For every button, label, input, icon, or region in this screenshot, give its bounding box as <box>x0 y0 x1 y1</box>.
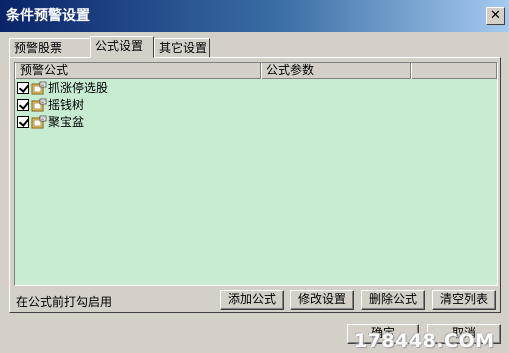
formula-name: 摇钱树 <box>48 98 85 112</box>
close-button[interactable]: ✕ <box>486 7 505 25</box>
list-header: 预警公式 公式参数 <box>15 63 497 79</box>
formula-name: 抓涨停选股 <box>48 81 109 95</box>
add-formula-button[interactable]: 添加公式 <box>220 290 284 310</box>
list-item[interactable]: 聚宝盆 <box>15 113 497 130</box>
formula-name: 聚宝盆 <box>48 115 85 129</box>
delete-formula-button[interactable]: 删除公式 <box>361 290 425 310</box>
enable-checkbox[interactable] <box>17 98 29 111</box>
watermark: 178448.COM <box>354 330 495 352</box>
tab-other-settings[interactable]: 其它设置 <box>154 38 210 58</box>
enable-checkbox[interactable] <box>17 81 29 94</box>
clear-list-button[interactable]: 清空列表 <box>432 290 496 310</box>
formula-icon <box>31 81 47 94</box>
formula-list[interactable]: 预警公式 公式参数 抓涨停选股 摇钱树 聚宝盆 <box>14 62 498 286</box>
column-header-extra[interactable] <box>411 63 497 79</box>
formula-icon <box>31 115 47 128</box>
list-item[interactable]: 摇钱树 <box>15 96 497 113</box>
close-icon: ✕ <box>490 8 501 23</box>
hint-text: 在公式前打勾启用 <box>16 295 113 309</box>
tab-formula-settings[interactable]: 公式设置 <box>90 36 154 58</box>
edit-settings-button[interactable]: 修改设置 <box>290 290 354 310</box>
tab-alert-stocks[interactable]: 预警股票 <box>9 38 91 58</box>
title-bar: 条件预警设置 ✕ <box>0 0 509 32</box>
column-header-formula[interactable]: 预警公式 <box>15 63 261 79</box>
enable-checkbox[interactable] <box>17 115 29 128</box>
window-title: 条件预警设置 <box>6 8 90 24</box>
list-item[interactable]: 抓涨停选股 <box>15 79 497 96</box>
column-header-params[interactable]: 公式参数 <box>261 63 411 79</box>
formula-icon <box>31 98 47 111</box>
